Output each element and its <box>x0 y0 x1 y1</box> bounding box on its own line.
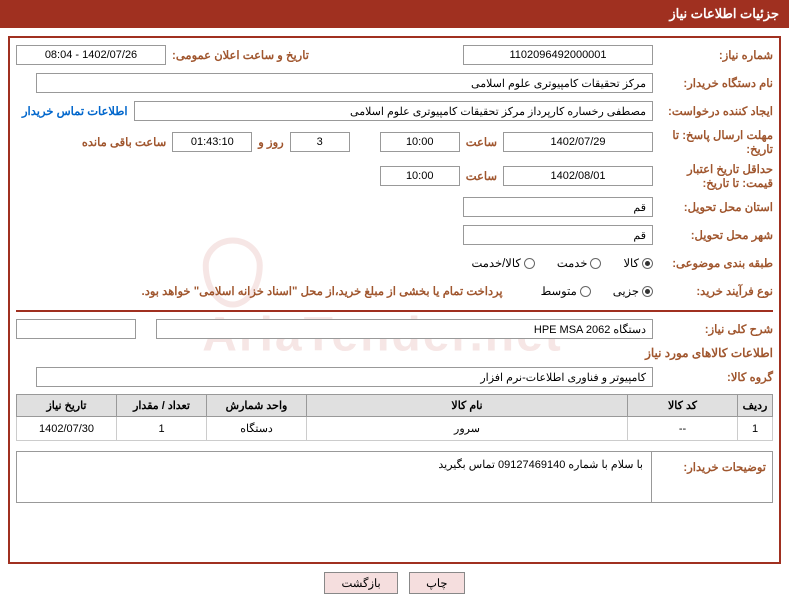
buyer-notes-box: توضیحات خریدار: با سلام با شماره 0912746… <box>16 451 773 503</box>
response-deadline-label: مهلت ارسال پاسخ: تا تاریخ: <box>653 128 773 156</box>
remaining-days: 3 <box>290 132 350 152</box>
category-option-1[interactable]: خدمت <box>557 256 602 270</box>
validity-time: 10:00 <box>380 166 460 186</box>
purchase-type-option-1[interactable]: متوسط <box>541 284 591 298</box>
purchase-type-option-0[interactable]: جزیی <box>613 284 653 298</box>
category-option-2[interactable]: کالا/خدمت <box>472 256 535 270</box>
cell-name: سرور <box>307 417 628 441</box>
time-label-1: ساعت <box>460 135 503 149</box>
buyer-org-label: نام دستگاه خریدار: <box>653 76 773 90</box>
announce-datetime-label: تاریخ و ساعت اعلان عمومی: <box>166 48 315 62</box>
requester-value: مصطفی رخساره کارپرداز مرکز تحقیقات کامپی… <box>134 101 653 121</box>
remaining-suffix: ساعت باقی مانده <box>76 135 172 149</box>
summary-extra-field <box>16 319 136 339</box>
delivery-city-label: شهر محل تحویل: <box>653 228 773 242</box>
time-label-2: ساعت <box>460 169 503 183</box>
row-province: استان محل تحویل: قم <box>16 196 773 218</box>
need-number-label: شماره نیاز: <box>653 48 773 62</box>
cell-code: -- <box>628 417 738 441</box>
response-deadline-date: 1402/07/29 <box>503 132 653 152</box>
need-number-value: 1102096492000001 <box>463 45 653 65</box>
th-name: نام کالا <box>307 395 628 417</box>
buyer-org-value: مرکز تحقیقات کامپیوتری علوم اسلامی <box>36 73 653 93</box>
delivery-city-value: قم <box>463 225 653 245</box>
th-row: ردیف <box>738 395 773 417</box>
payment-note: پرداخت تمام یا بخشی از مبلغ خرید،از محل … <box>142 284 503 298</box>
divider-1 <box>16 310 773 312</box>
announce-datetime-value: 1402/07/26 - 08:04 <box>16 45 166 65</box>
row-need-number: شماره نیاز: 1102096492000001 تاریخ و ساع… <box>16 44 773 66</box>
cell-qty: 1 <box>117 417 207 441</box>
button-bar: چاپ بازگشت <box>0 572 789 594</box>
table-row: 1--سروردستگاه11402/07/30 <box>17 417 773 441</box>
page-title: جزئیات اطلاعات نیاز <box>669 6 779 21</box>
back-button[interactable]: بازگشت <box>324 572 397 594</box>
row-requester: ایجاد کننده درخواست: مصطفی رخساره کارپرد… <box>16 100 773 122</box>
radio-label: خدمت <box>557 256 588 270</box>
validity-date: 1402/08/01 <box>503 166 653 186</box>
cell-unit: دستگاه <box>207 417 307 441</box>
th-date: تاریخ نیاز <box>17 395 117 417</box>
row-response-deadline: مهلت ارسال پاسخ: تا تاریخ: 1402/07/29 سا… <box>16 128 773 156</box>
print-button[interactable]: چاپ <box>409 572 464 594</box>
buyer-contact-link[interactable]: اطلاعات تماس خریدار <box>16 104 134 118</box>
table-header-row: ردیف کد کالا نام کالا واحد شمارش تعداد /… <box>17 395 773 417</box>
radio-label: متوسط <box>541 284 577 298</box>
purchase-type-label: نوع فرآیند خرید: <box>653 284 773 298</box>
summary-label: شرح کلی نیاز: <box>653 322 773 336</box>
delivery-province-label: استان محل تحویل: <box>653 200 773 214</box>
validity-label: حداقل تاریخ اعتبار قیمت: تا تاریخ: <box>653 162 773 190</box>
row-summary: شرح کلی نیاز: دستگاه HPE MSA 2062 <box>16 318 773 340</box>
radio-icon <box>590 258 601 269</box>
requester-label: ایجاد کننده درخواست: <box>653 104 773 118</box>
goods-group-value: کامپیوتر و فناوری اطلاعات-نرم افزار <box>36 367 653 387</box>
details-panel: AriaTender.net شماره نیاز: 1102096492000… <box>8 36 781 564</box>
category-label: طبقه بندی موضوعی: <box>653 256 773 270</box>
radio-icon <box>524 258 535 269</box>
cell-row: 1 <box>738 417 773 441</box>
th-unit: واحد شمارش <box>207 395 307 417</box>
days-and-label: روز و <box>252 135 289 149</box>
page-header: جزئیات اطلاعات نیاز <box>0 0 789 28</box>
category-option-0[interactable]: کالا <box>623 256 653 270</box>
goods-info-title: اطلاعات کالاهای مورد نیاز <box>16 346 773 360</box>
row-goods-group: گروه کالا: کامپیوتر و فناوری اطلاعات-نرم… <box>16 366 773 388</box>
row-purchase-type: نوع فرآیند خرید: جزیی متوسط پرداخت تمام ی… <box>16 280 773 302</box>
summary-value: دستگاه HPE MSA 2062 <box>156 319 653 339</box>
radio-label: کالا <box>623 256 639 270</box>
th-code: کد کالا <box>628 395 738 417</box>
th-qty: تعداد / مقدار <box>117 395 207 417</box>
row-city: شهر محل تحویل: قم <box>16 224 773 246</box>
buyer-notes-content: با سلام با شماره 09127469140 تماس بگیرید <box>17 452 652 502</box>
purchase-type-radio-group: جزیی متوسط <box>523 284 653 298</box>
radio-label: کالا/خدمت <box>472 256 521 270</box>
delivery-province-value: قم <box>463 197 653 217</box>
radio-icon <box>642 258 653 269</box>
goods-group-label: گروه کالا: <box>653 370 773 384</box>
row-buyer-org: نام دستگاه خریدار: مرکز تحقیقات کامپیوتر… <box>16 72 773 94</box>
row-validity: حداقل تاریخ اعتبار قیمت: تا تاریخ: 1402/… <box>16 162 773 190</box>
radio-icon <box>642 286 653 297</box>
buyer-notes-label: توضیحات خریدار: <box>652 452 772 502</box>
radio-label: جزیی <box>613 284 639 298</box>
response-deadline-time: 10:00 <box>380 132 460 152</box>
category-radio-group: کالا خدمت کالا/خدمت <box>454 256 654 270</box>
items-table: ردیف کد کالا نام کالا واحد شمارش تعداد /… <box>16 394 773 441</box>
cell-date: 1402/07/30 <box>17 417 117 441</box>
radio-icon <box>580 286 591 297</box>
row-category: طبقه بندی موضوعی: کالا خدمت کالا/خدمت <box>16 252 773 274</box>
remaining-time: 01:43:10 <box>172 132 252 152</box>
